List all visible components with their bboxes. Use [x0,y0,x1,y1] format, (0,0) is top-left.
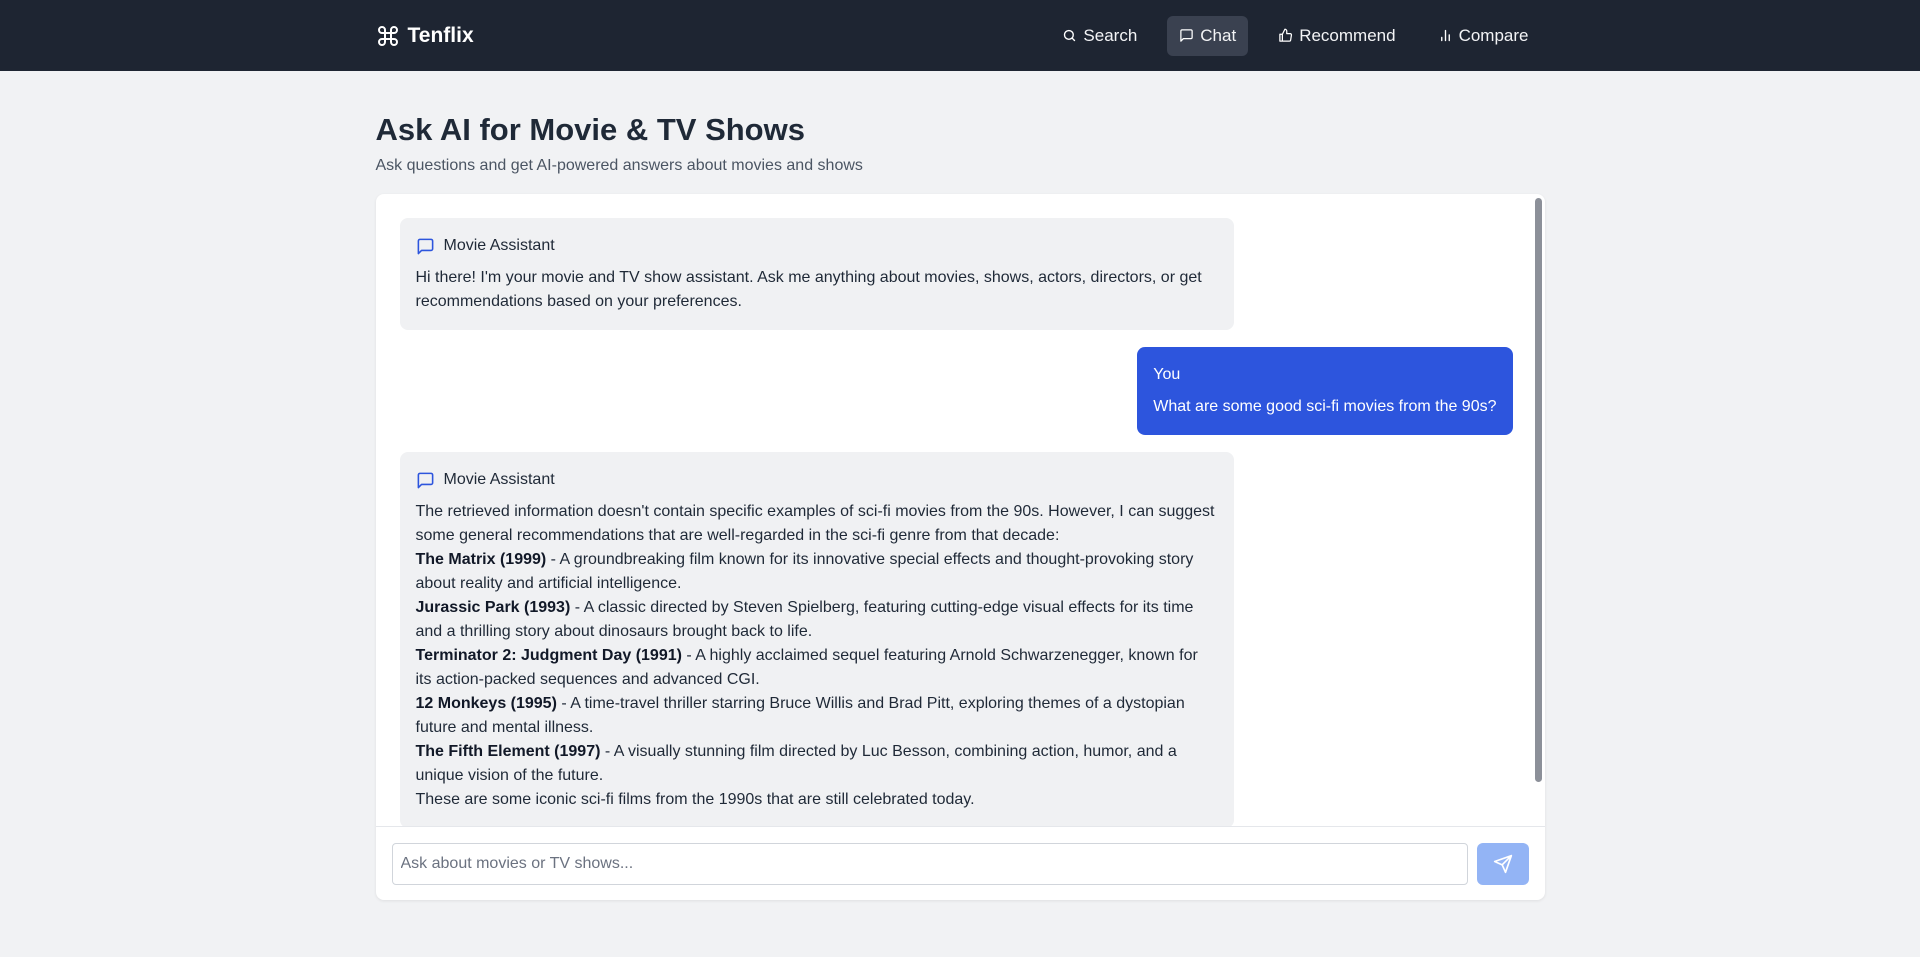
nav-link-label: Recommend [1299,25,1396,45]
nav-link-label: Search [1083,25,1138,45]
recommendation-item: Jurassic Park (1993) - A classic directe… [416,596,1218,644]
recommendation-item: The Fifth Element (1997) - A visually st… [416,740,1218,788]
recommendation-item: Terminator 2: Judgment Day (1991) - A hi… [416,644,1218,692]
message-sender: Movie Assistant [443,237,555,254]
nav-link-label: Compare [1458,25,1529,45]
recommendation-item: 12 Monkeys (1995) - A time-travel thrill… [416,692,1218,740]
chat-icon [417,472,433,488]
nav-link-label: Chat [1200,25,1237,45]
nav-link-compare[interactable]: Compare [1426,16,1541,56]
message-list[interactable]: Movie Assistant Hi there! I'm your movie… [376,194,1545,826]
nav-link-chat[interactable]: Chat [1167,15,1249,56]
message-text: Hi there! I'm your movie and TV show ass… [415,269,1202,310]
movie-title: The Fifth Element (1997) [415,743,601,760]
message-sender: You [1153,366,1181,383]
movie-title: Terminator 2: Judgment Day (1991) [415,647,682,664]
movie-title: The Matrix (1999) [415,551,547,568]
chat-panel: Movie Assistant Hi there! I'm your movie… [375,194,1545,900]
message-header: Movie Assistant [416,234,1218,258]
send-icon [1493,854,1512,873]
thumbs-up-icon [1279,28,1293,42]
chat-icon [1180,29,1194,42]
message-header: Movie Assistant [416,468,1218,492]
bar-chart-icon [1440,29,1450,42]
command-icon [377,25,398,46]
assistant-message: Movie Assistant Hi there! I'm your movie… [399,218,1234,330]
chat-icon [417,238,433,254]
scrollbar-thumb[interactable] [1534,198,1542,782]
nav-link-recommend[interactable]: Recommend [1266,16,1407,56]
brand-logo[interactable]: Tenflix [376,24,474,48]
movie-title: Jurassic Park (1993) [415,599,571,616]
input-bar [375,826,1545,900]
movie-title: 12 Monkeys (1995) [415,695,557,712]
send-button[interactable] [1476,842,1529,885]
message-sender: Movie Assistant [443,471,555,488]
message-outro: These are some iconic sci-fi films from … [415,791,975,808]
brand-name: Tenflix [407,23,474,47]
navbar: Tenflix Search Chat Recommend Compare [0,0,1920,71]
message-header: You [1153,363,1496,387]
message-intro: The retrieved information doesn't contai… [415,503,1215,544]
page-title: Ask AI for Movie & TV Shows [375,112,805,147]
main-content: Ask AI for Movie & TV Shows Ask question… [375,71,1545,900]
user-message: You What are some good sci-fi movies fro… [1137,347,1513,435]
recommendation-item: The Matrix (1999) - A groundbreaking fil… [416,548,1218,596]
search-icon [1064,29,1076,42]
page-subtitle: Ask questions and get AI-powered answers… [375,157,863,174]
nav-link-search[interactable]: Search [1050,16,1149,56]
chat-input[interactable] [391,842,1468,885]
message-text: What are some good sci-fi movies from th… [1153,398,1497,415]
nav-links: Search Chat Recommend Compare [1050,15,1541,56]
assistant-message: Movie Assistant The retrieved informatio… [399,452,1234,826]
navbar-inner: Tenflix Search Chat Recommend Compare [376,0,1545,71]
